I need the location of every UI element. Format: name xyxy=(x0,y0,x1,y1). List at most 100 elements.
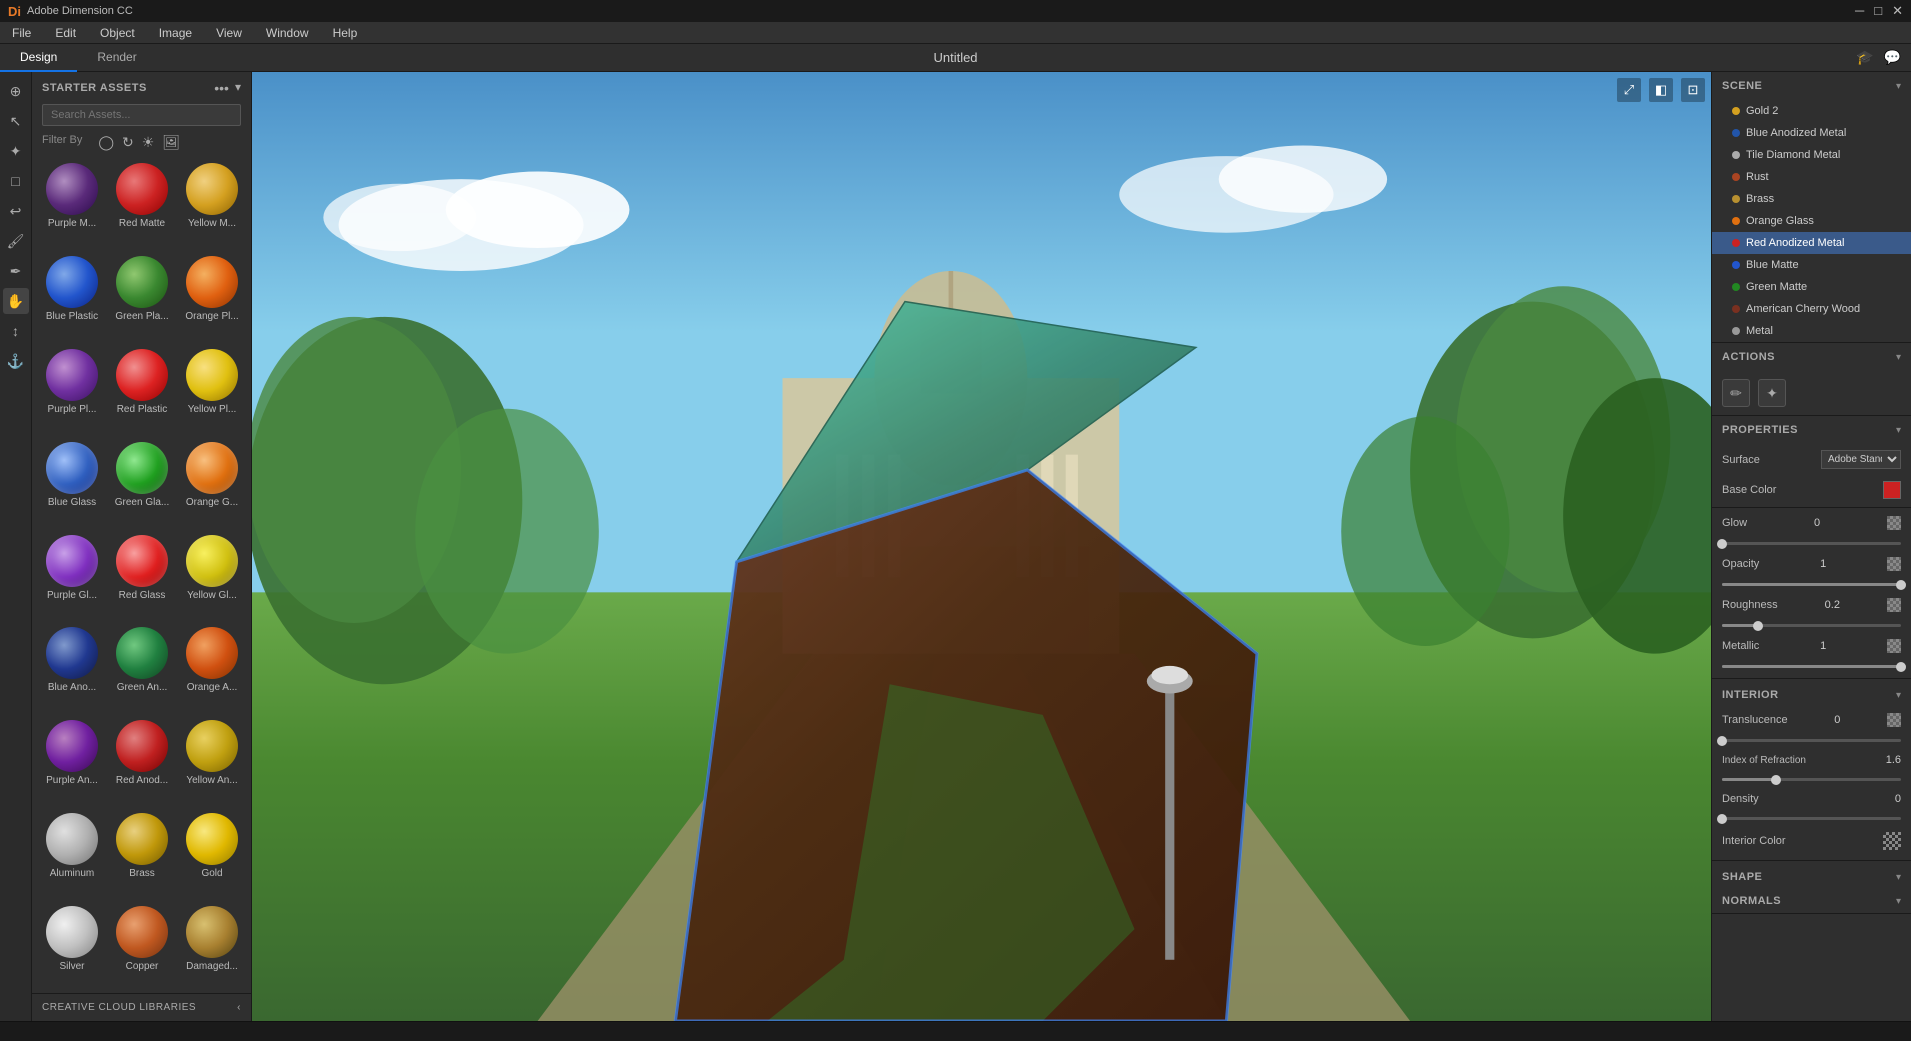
roughness-slider-track[interactable] xyxy=(1722,624,1901,627)
material-item-orange-pl[interactable]: Orange Pl... xyxy=(180,252,244,339)
ior-slider-track[interactable] xyxy=(1722,778,1901,781)
scene-item[interactable]: Orange Glass xyxy=(1712,210,1911,232)
material-item-damaged[interactable]: Damaged... xyxy=(180,902,244,989)
fullscreen-icon[interactable]: ⤢ xyxy=(1617,78,1641,102)
menu-object[interactable]: Object xyxy=(96,24,139,42)
menu-help[interactable]: Help xyxy=(329,24,362,42)
material-item-purple-gl[interactable]: Purple Gl... xyxy=(40,531,104,618)
add-tool[interactable]: ⊕ xyxy=(3,78,29,104)
scene-item[interactable]: Gold 2 xyxy=(1712,100,1911,122)
filter-type-icon[interactable]: ↻ xyxy=(122,134,134,151)
scene-item[interactable]: Rust xyxy=(1712,166,1911,188)
material-item-purple-m[interactable]: Purple M... xyxy=(40,159,104,246)
scene-item[interactable]: American Cherry Wood xyxy=(1712,298,1911,320)
material-item-gold[interactable]: Gold xyxy=(180,809,244,896)
menu-file[interactable]: File xyxy=(8,24,35,42)
title-bar-controls[interactable]: ─ □ ✕ xyxy=(1855,3,1903,19)
menu-image[interactable]: Image xyxy=(155,24,196,42)
material-item-brass[interactable]: Brass xyxy=(110,809,174,896)
glow-slider-track[interactable] xyxy=(1722,542,1901,545)
material-item-green-pla[interactable]: Green Pla... xyxy=(110,252,174,339)
close-button[interactable]: ✕ xyxy=(1892,3,1903,19)
share-icon[interactable]: 💬 xyxy=(1884,49,1901,66)
tab-design[interactable]: Design xyxy=(0,44,77,72)
anchor-tool[interactable]: ⚓ xyxy=(3,348,29,374)
density-slider-track[interactable] xyxy=(1722,817,1901,820)
scene-item[interactable]: Tile Diamond Metal xyxy=(1712,144,1911,166)
material-item-blue-ano[interactable]: Blue Ano... xyxy=(40,623,104,710)
menu-view[interactable]: View xyxy=(212,24,246,42)
scene-item[interactable]: Brass xyxy=(1712,188,1911,210)
eyedropper-tool[interactable]: ✒ xyxy=(3,258,29,284)
material-item-red-matte[interactable]: Red Matte xyxy=(110,159,174,246)
material-item-purple-pl[interactable]: Purple Pl... xyxy=(40,345,104,432)
learn-icon[interactable]: 🎓 xyxy=(1856,49,1873,66)
interior-color-swatch[interactable] xyxy=(1883,832,1901,850)
material-item-purple-an[interactable]: Purple An... xyxy=(40,716,104,803)
magic-tool[interactable]: ✦ xyxy=(3,138,29,164)
material-item-blue-plastic[interactable]: Blue Plastic xyxy=(40,252,104,339)
camera-icon[interactable]: ⊡ xyxy=(1681,78,1705,102)
assets-header-controls[interactable]: ••• ▾ xyxy=(214,80,241,96)
scene-item[interactable]: Red Anodized Metal xyxy=(1712,232,1911,254)
material-item-orange-a[interactable]: Orange A... xyxy=(180,623,244,710)
assets-chevron-icon[interactable]: ▾ xyxy=(235,80,241,96)
select-tool[interactable]: ↖ xyxy=(3,108,29,134)
material-ball xyxy=(116,720,168,772)
assets-more-icon[interactable]: ••• xyxy=(214,80,229,96)
tab-render[interactable]: Render xyxy=(77,44,156,72)
material-item-yellow-pl[interactable]: Yellow Pl... xyxy=(180,345,244,432)
shape-header[interactable]: Shape ▾ xyxy=(1712,865,1911,889)
canvas-area[interactable]: ⤢ ◧ ⊡ xyxy=(252,72,1711,1021)
eyedropper-action-button[interactable]: ✦ xyxy=(1758,379,1786,407)
render-preview-icon[interactable]: ◧ xyxy=(1649,78,1673,102)
menu-window[interactable]: Window xyxy=(262,24,313,42)
material-item-red-plastic[interactable]: Red Plastic xyxy=(110,345,174,432)
edit-action-button[interactable]: ✏ xyxy=(1722,379,1750,407)
paint-tool[interactable]: 🖌 xyxy=(3,228,29,254)
search-input[interactable] xyxy=(42,104,241,126)
material-item-yellow-gl[interactable]: Yellow Gl... xyxy=(180,531,244,618)
material-item-red-anod[interactable]: Red Anod... xyxy=(110,716,174,803)
cc-libraries[interactable]: CREATIVE CLOUD LIBRARIES ‹ xyxy=(32,993,251,1021)
metallic-slider-track[interactable] xyxy=(1722,665,1901,668)
material-item-aluminum[interactable]: Aluminum xyxy=(40,809,104,896)
maximize-button[interactable]: □ xyxy=(1874,3,1882,19)
material-item-copper[interactable]: Copper xyxy=(110,902,174,989)
material-item-silver[interactable]: Silver xyxy=(40,902,104,989)
menu-edit[interactable]: Edit xyxy=(51,24,80,42)
scene-item[interactable]: Blue Matte xyxy=(1712,254,1911,276)
rectangle-tool[interactable]: □ xyxy=(3,168,29,194)
scene-item[interactable]: Green Matte xyxy=(1712,276,1911,298)
hand-tool[interactable]: ✋ xyxy=(3,288,29,314)
scene-item-name: Blue Matte xyxy=(1746,259,1799,271)
scene-item[interactable]: Blue Anodized Metal xyxy=(1712,122,1911,144)
material-item-blue-glass[interactable]: Blue Glass xyxy=(40,438,104,525)
normals-header[interactable]: Normals ▾ xyxy=(1712,889,1911,913)
translucence-slider-track[interactable] xyxy=(1722,739,1901,742)
filter-light-icon[interactable]: ☀ xyxy=(142,134,155,151)
actions-section-header[interactable]: ACTIONS ▾ xyxy=(1712,343,1911,371)
material-item-yellow-an[interactable]: Yellow An... xyxy=(180,716,244,803)
material-item-green-gla[interactable]: Green Gla... xyxy=(110,438,174,525)
assets-header: STARTER ASSETS ••• ▾ xyxy=(32,72,251,100)
minimize-button[interactable]: ─ xyxy=(1855,3,1864,19)
glow-row: Glow 0 xyxy=(1712,510,1911,536)
filter-all-icon[interactable]: ◯ xyxy=(98,134,114,151)
surface-select[interactable]: Adobe Standard Material xyxy=(1821,450,1901,469)
interior-header[interactable]: Interior ▾ xyxy=(1712,683,1911,707)
material-item-yellow-m[interactable]: Yellow M... xyxy=(180,159,244,246)
properties-section-header[interactable]: PROPERTIES ▾ xyxy=(1712,416,1911,444)
undo-tool[interactable]: ↩ xyxy=(3,198,29,224)
scene-section-header[interactable]: SCENE ▾ xyxy=(1712,72,1911,100)
move-tool[interactable]: ↕ xyxy=(3,318,29,344)
material-item-orange-g[interactable]: Orange G... xyxy=(180,438,244,525)
ior-label: Index of Refraction xyxy=(1722,755,1806,766)
filter-image-icon[interactable]: 🖼 xyxy=(162,134,180,151)
material-item-red-glass[interactable]: Red Glass xyxy=(110,531,174,618)
opacity-slider-track[interactable] xyxy=(1722,583,1901,586)
material-item-green-an[interactable]: Green An... xyxy=(110,623,174,710)
base-color-swatch[interactable] xyxy=(1883,481,1901,499)
cc-libraries-chevron[interactable]: ‹ xyxy=(237,1002,241,1013)
scene-item[interactable]: Metal xyxy=(1712,320,1911,342)
